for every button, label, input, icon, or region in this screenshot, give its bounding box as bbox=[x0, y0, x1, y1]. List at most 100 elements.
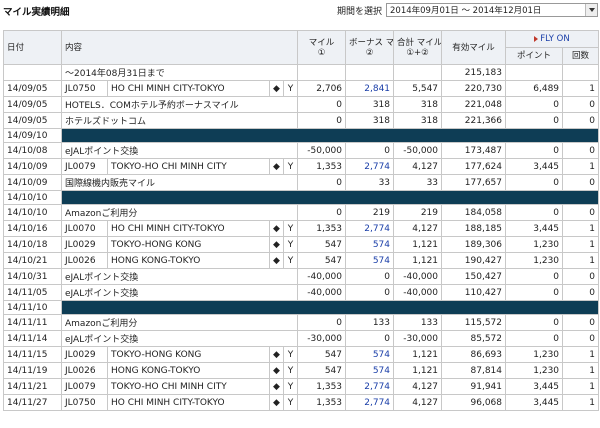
row-mile: 1,353 bbox=[297, 158, 347, 175]
separator-bar bbox=[60, 190, 600, 205]
row-bonus bbox=[345, 64, 395, 81]
table-row: 14/10/09 国際線機内販売マイル 0 33 33 177,657 0 0 bbox=[3, 174, 600, 191]
row-points: 6,489 bbox=[505, 80, 564, 97]
row-date: 14/11/14 bbox=[3, 330, 62, 347]
header-mile: マイル ① bbox=[297, 30, 347, 65]
diamond-icon: ◆ bbox=[269, 80, 284, 97]
row-points: 3,445 bbox=[505, 158, 564, 175]
row-points: 0 bbox=[505, 314, 564, 331]
row-count: 1 bbox=[562, 378, 600, 395]
table-row: 14/10/09 JL0079 TOKYO-HO CHI MINH CITY ◆ Y 1,… bbox=[3, 158, 600, 175]
row-bonus: 33 bbox=[345, 174, 395, 191]
row-points: 0 bbox=[505, 268, 564, 285]
table-row: 〜2014年08月31日まで 215,183 bbox=[3, 64, 600, 81]
row-total: 4,127 bbox=[393, 220, 443, 237]
row-count: 1 bbox=[562, 220, 600, 237]
row-count: 0 bbox=[562, 330, 600, 347]
row-bonus: 318 bbox=[345, 96, 395, 113]
row-points: 3,445 bbox=[505, 378, 564, 395]
row-points: 1,230 bbox=[505, 236, 564, 253]
row-date: 14/10/09 bbox=[3, 174, 62, 191]
row-mile: 1,353 bbox=[297, 394, 347, 411]
row-mile bbox=[297, 64, 347, 81]
row-points: 0 bbox=[505, 284, 564, 301]
row-class: Y bbox=[282, 394, 299, 411]
row-flight: JL0750 bbox=[61, 394, 108, 411]
row-count: 0 bbox=[562, 112, 600, 129]
row-mile: 547 bbox=[297, 252, 347, 269]
row-date: 14/10/18 bbox=[3, 236, 62, 253]
row-content: HO CHI MINH CITY-TOKYO bbox=[107, 80, 270, 97]
row-content: TOKYO-HO CHI MINH CITY bbox=[107, 378, 270, 395]
row-class: Y bbox=[282, 252, 299, 269]
table-header-row: 日付 内容 マイル① ボーナス マイル② 合計 マイル①+② 有効マイル FLY… bbox=[3, 30, 600, 65]
period-dropdown[interactable]: 2014年09月01日 〜 2014年12月01日 bbox=[386, 3, 598, 17]
row-valid: 85,572 bbox=[441, 330, 507, 347]
diamond-icon: ◆ bbox=[269, 394, 284, 411]
row-bonus: 2,774 bbox=[345, 158, 395, 175]
diamond-icon: ◆ bbox=[269, 346, 284, 363]
row-count: 0 bbox=[562, 204, 600, 221]
row-mile: -40,000 bbox=[297, 284, 347, 301]
header-count: 回数 bbox=[562, 47, 600, 65]
row-flight: JL0026 bbox=[61, 362, 108, 379]
row-mile: 1,353 bbox=[297, 378, 347, 395]
header-bonus: ボーナス マイル② bbox=[345, 30, 395, 65]
row-total: 4,127 bbox=[393, 378, 443, 395]
row-valid: 184,058 bbox=[441, 204, 507, 221]
flyon-link[interactable]: FLY ON bbox=[505, 30, 600, 48]
row-mile: 547 bbox=[297, 362, 347, 379]
row-flight: JL0079 bbox=[61, 378, 108, 395]
row-content: eJALポイント交換 bbox=[60, 284, 299, 301]
row-content: HO CHI MINH CITY-TOKYO bbox=[107, 394, 270, 411]
table-row: 14/11/27 JL0750 HO CHI MINH CITY-TOKYO ◆ Y 1,… bbox=[3, 394, 600, 411]
row-bonus: 2,774 bbox=[345, 394, 395, 411]
row-total: 1,121 bbox=[393, 236, 443, 253]
table-row: 14/09/05 JL0750 HO CHI MINH CITY-TOKYO ◆ Y 2,… bbox=[3, 80, 600, 97]
row-mile: -40,000 bbox=[297, 268, 347, 285]
row-total: 133 bbox=[393, 314, 443, 331]
row-bonus: 574 bbox=[345, 252, 395, 269]
row-date: 14/10/10 bbox=[3, 204, 62, 221]
table-row: 14/10/21 JL0026 HONG KONG-TOKYO ◆ Y 547 574 1,1… bbox=[3, 252, 600, 269]
row-class: Y bbox=[282, 346, 299, 363]
table-row: 14/10/08 eJALポイント交換 -50,000 0 -50,000 173,487… bbox=[3, 142, 600, 159]
row-valid: 190,427 bbox=[441, 252, 507, 269]
header-date: 日付 bbox=[3, 30, 62, 65]
row-content: eJALポイント交換 bbox=[60, 142, 299, 159]
row-date: 14/11/11 bbox=[3, 314, 62, 331]
row-class: Y bbox=[282, 362, 299, 379]
row-points bbox=[505, 64, 564, 81]
diamond-icon: ◆ bbox=[269, 362, 284, 379]
row-content: ホテルズドットコム bbox=[60, 112, 299, 129]
row-points: 1,230 bbox=[505, 346, 564, 363]
row-total: -50,000 bbox=[393, 142, 443, 159]
row-valid: 215,183 bbox=[441, 64, 507, 81]
header-points: ポイント bbox=[505, 47, 564, 65]
row-points: 1,230 bbox=[505, 362, 564, 379]
row-total: -30,000 bbox=[393, 330, 443, 347]
separator-date: 14/11/10 bbox=[3, 300, 62, 315]
row-points: 0 bbox=[505, 204, 564, 221]
row-count: 1 bbox=[562, 158, 600, 175]
row-total: 1,121 bbox=[393, 346, 443, 363]
row-mile: 1,353 bbox=[297, 220, 347, 237]
row-count: 0 bbox=[562, 96, 600, 113]
table-row: 14/11/05 eJALポイント交換 -40,000 0 -40,000 110,427… bbox=[3, 284, 600, 301]
row-mile: 0 bbox=[297, 112, 347, 129]
separator-bar bbox=[60, 128, 600, 143]
diamond-icon: ◆ bbox=[269, 220, 284, 237]
row-total: 1,121 bbox=[393, 362, 443, 379]
row-content: TOKYO-HONG KONG bbox=[107, 346, 270, 363]
row-mile: 547 bbox=[297, 236, 347, 253]
chevron-down-icon[interactable] bbox=[585, 4, 597, 16]
row-flight: JL0029 bbox=[61, 346, 108, 363]
row-mile: 0 bbox=[297, 174, 347, 191]
row-points: 0 bbox=[505, 174, 564, 191]
table-row: 14/09/05 HOTELS．COMホテル予約ボーナスマイル 0 318 318 221… bbox=[3, 96, 600, 113]
row-valid: 177,657 bbox=[441, 174, 507, 191]
header-content: 内容 bbox=[60, 30, 299, 65]
row-points: 0 bbox=[505, 112, 564, 129]
row-count: 0 bbox=[562, 268, 600, 285]
period-value: 2014年09月01日 〜 2014年12月01日 bbox=[390, 6, 542, 16]
